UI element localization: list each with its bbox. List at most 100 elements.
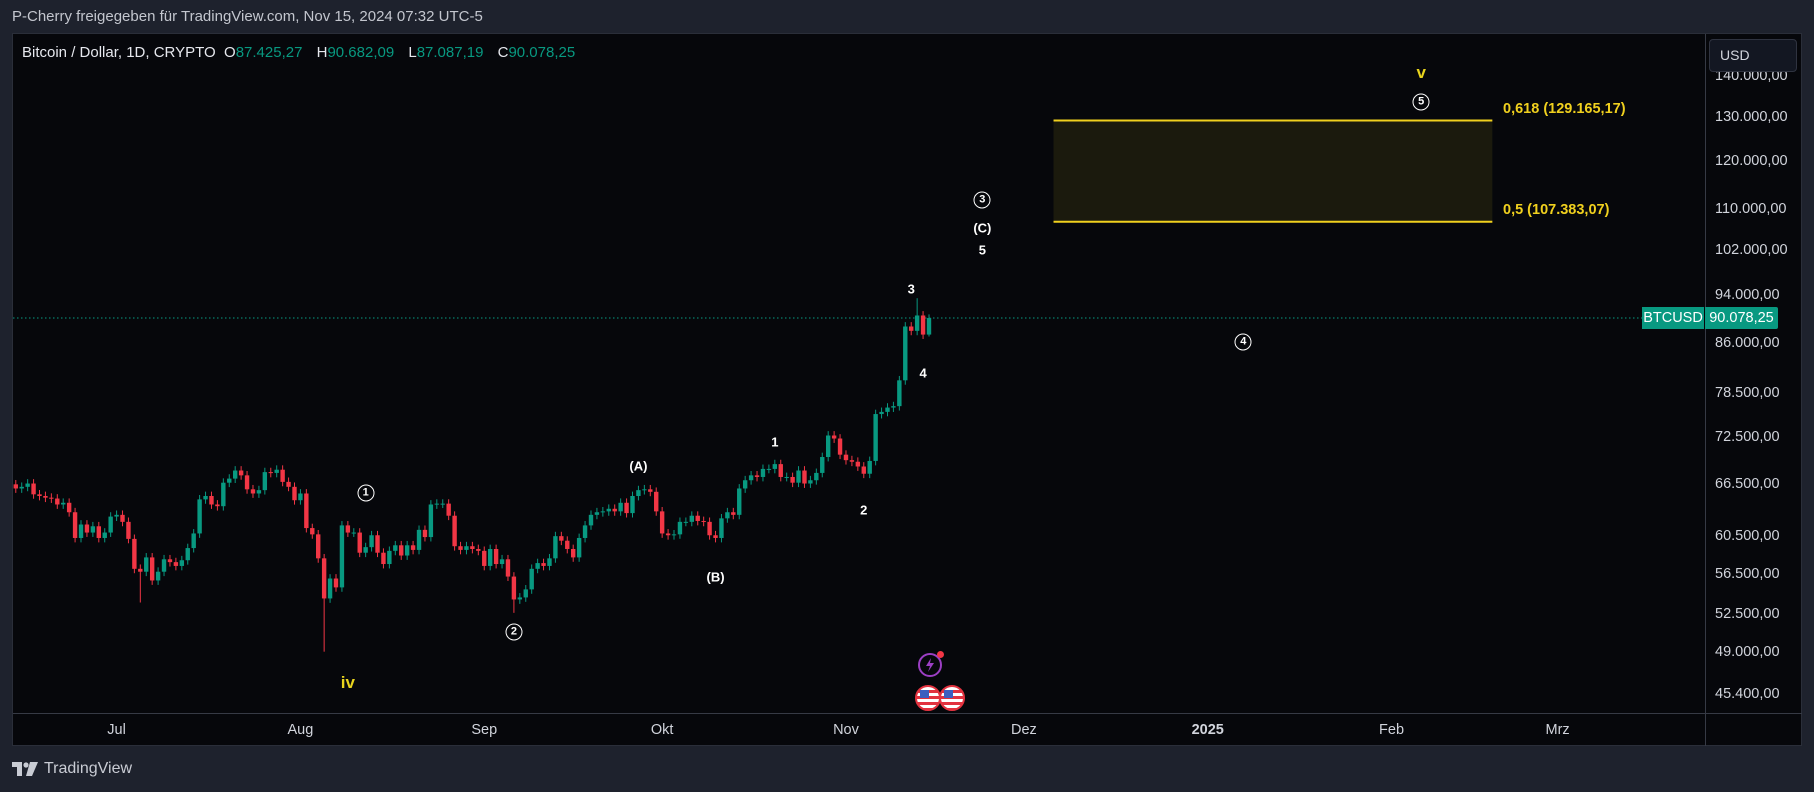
candle-body: [452, 515, 457, 547]
candle: [13, 479, 18, 493]
candle-body: [665, 533, 671, 536]
candle: [227, 474, 232, 488]
candle: [547, 553, 552, 571]
wave-label[interactable]: iv: [341, 673, 355, 693]
candle: [238, 466, 244, 480]
candle: [327, 574, 333, 603]
candle: [903, 322, 908, 385]
candle-body: [920, 315, 926, 335]
candle: [19, 482, 24, 493]
currency-button[interactable]: USD: [1709, 39, 1797, 72]
price-tick-label: 49.000,00: [1715, 643, 1780, 660]
wave-label[interactable]: 4: [1234, 333, 1252, 351]
candle: [310, 523, 315, 539]
time-tick-label: Okt: [650, 722, 674, 738]
us-flag-icon[interactable]: [939, 685, 965, 711]
wave-label[interactable]: 1: [771, 435, 778, 450]
candle-body: [505, 559, 511, 577]
wave-label[interactable]: 4: [919, 365, 926, 380]
candle: [499, 554, 505, 569]
wave-label[interactable]: 2: [860, 502, 867, 517]
candle-body: [72, 512, 78, 538]
fib-level-label: 0,618 (129.165,17): [1503, 100, 1626, 117]
candle: [897, 375, 902, 411]
wave-label[interactable]: (B): [706, 569, 724, 584]
high-value: 90.682,09: [327, 44, 395, 61]
candle: [790, 472, 795, 488]
candle: [606, 504, 611, 516]
price-tick-label: 94.000,00: [1715, 286, 1780, 303]
wave-label[interactable]: (A): [629, 458, 647, 473]
wave-label[interactable]: (C): [973, 221, 991, 236]
candle-body: [84, 524, 90, 533]
brand-name[interactable]: TradingView: [44, 760, 132, 778]
candle-body: [161, 559, 167, 572]
candle-body: [476, 548, 481, 551]
candle: [636, 485, 641, 501]
candle-body: [707, 521, 712, 536]
candle: [61, 498, 66, 509]
tradingview-logo-icon[interactable]: [12, 762, 38, 776]
candle-body: [648, 489, 653, 492]
candle-body: [784, 476, 789, 478]
candle: [428, 500, 434, 542]
candle: [849, 455, 855, 467]
candle-body: [203, 496, 208, 500]
candle: [820, 452, 825, 478]
lightning-icon[interactable]: [918, 651, 944, 677]
candle: [55, 494, 60, 509]
candle: [232, 466, 238, 484]
symbol-title[interactable]: Bitcoin / Dollar, 1D, CRYPTO: [22, 44, 216, 61]
wave-label[interactable]: 5: [1412, 93, 1430, 111]
candle: [582, 521, 588, 543]
open-value: 87.425,27: [235, 44, 303, 61]
candle-body: [517, 597, 523, 600]
candle-body: [897, 380, 902, 407]
candle: [885, 403, 890, 417]
candle-body: [244, 475, 250, 490]
price-tick-label: 130.000,00: [1715, 109, 1788, 125]
candle-body: [446, 503, 451, 516]
candle-body: [642, 489, 647, 491]
candle-body: [37, 494, 42, 497]
candle-body: [132, 538, 137, 569]
us-flag-icon[interactable]: [915, 685, 941, 711]
candle-body: [43, 496, 48, 498]
candle-body: [120, 514, 125, 522]
candle-body: [90, 526, 96, 533]
candle: [244, 470, 250, 494]
wave-label[interactable]: 3: [973, 191, 991, 209]
wave-label[interactable]: 2: [505, 623, 523, 641]
candle-body: [149, 557, 155, 581]
candle: [529, 564, 534, 594]
candle-body: [576, 537, 582, 558]
wave-label[interactable]: 5: [979, 242, 986, 257]
candle: [292, 482, 297, 505]
candle: [321, 553, 327, 652]
wave-label[interactable]: v: [1416, 63, 1425, 83]
close-key: C: [497, 44, 509, 61]
candle-body: [499, 559, 505, 565]
candle-body: [375, 535, 380, 553]
candle-body: [19, 486, 24, 489]
candle-body: [825, 435, 831, 458]
candle-body: [843, 454, 849, 461]
candle-body: [78, 524, 84, 538]
candle-body: [559, 536, 564, 541]
candle-body: [66, 502, 72, 513]
candle-body: [523, 589, 528, 598]
candle-body: [719, 518, 724, 538]
candle: [120, 510, 125, 527]
candle: [446, 499, 451, 521]
candle-body: [636, 490, 641, 497]
candle: [209, 491, 214, 509]
candle: [920, 311, 926, 339]
wave-label[interactable]: 3: [908, 282, 915, 297]
candle-body: [677, 521, 683, 535]
wave-label[interactable]: 1: [357, 484, 375, 502]
candle-body: [387, 550, 392, 565]
candle: [487, 544, 493, 571]
candle: [155, 567, 161, 585]
price-chart[interactable]: [0, 0, 1814, 792]
candle: [683, 517, 689, 527]
